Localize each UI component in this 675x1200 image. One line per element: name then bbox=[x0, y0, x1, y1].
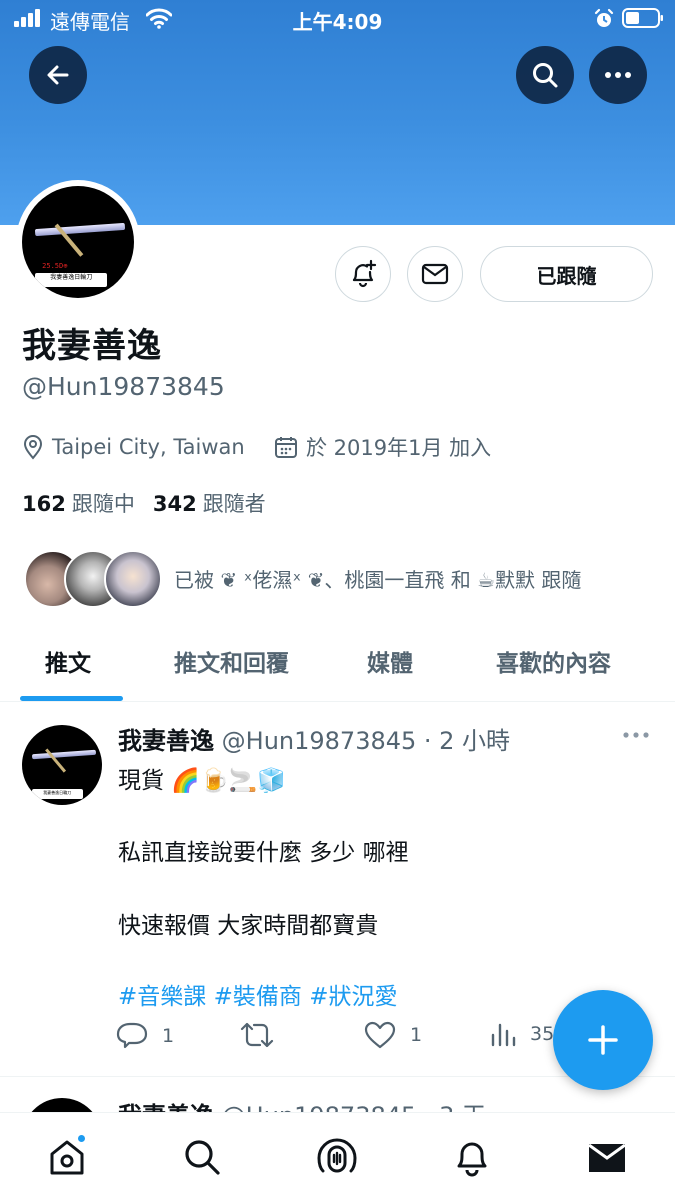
follow-counts: 162 跟隨中 342 跟隨者 bbox=[22, 488, 266, 518]
more-icon bbox=[605, 72, 631, 78]
reply-count: 1 bbox=[162, 1025, 175, 1047]
bell-plus-icon bbox=[352, 259, 377, 288]
tweet-header: 我妻善逸 @Hun19873845 · 3 天 bbox=[118, 1096, 486, 1112]
reply-icon bbox=[116, 1022, 148, 1049]
tweet-handle-time: @Hun19873845 · 2 小時 bbox=[221, 727, 511, 755]
profile-avatar[interactable]: 25.5D⊕ 我妻善逸日輪刀 bbox=[16, 180, 140, 304]
unread-dot bbox=[76, 1133, 87, 1144]
tab-media[interactable]: 媒體 bbox=[367, 644, 413, 678]
nav-notifications[interactable] bbox=[450, 1135, 494, 1179]
profile-display-name: 我妻善逸 bbox=[22, 326, 162, 366]
mail-icon bbox=[588, 1143, 626, 1172]
search-button[interactable] bbox=[516, 46, 574, 104]
hashtag-link[interactable]: #裝備商 bbox=[214, 984, 302, 1010]
compose-tweet-button[interactable] bbox=[553, 990, 653, 1090]
nav-home[interactable] bbox=[45, 1133, 89, 1179]
views-button[interactable]: 35 bbox=[490, 1021, 554, 1047]
search-icon bbox=[533, 63, 558, 88]
retweet-icon bbox=[240, 1022, 274, 1048]
hashtag-link[interactable]: #狀況愛 bbox=[309, 984, 397, 1010]
battery-icon bbox=[622, 8, 663, 28]
status-bar: 遠傳電信 上午4:09 bbox=[0, 0, 675, 38]
back-button[interactable] bbox=[29, 46, 87, 104]
followed-by-row[interactable]: 已被 ❦ ˣ佬濕ˣ ❦、桃園一直飛 和 ☕默默 跟隨 bbox=[24, 550, 664, 610]
following-count-link[interactable]: 162 跟隨中 bbox=[22, 488, 135, 518]
tweet-handle-time: @Hun19873845 · 3 天 bbox=[222, 1102, 486, 1112]
tweet-header: 我妻善逸 @Hun19873845 · 2 小時 bbox=[118, 721, 510, 756]
pin-icon bbox=[23, 435, 43, 460]
like-count: 1 bbox=[410, 1024, 423, 1046]
plus-icon bbox=[588, 1025, 618, 1055]
views-count: 35 bbox=[530, 1023, 555, 1045]
views-icon bbox=[491, 1023, 516, 1047]
active-tab-indicator bbox=[20, 696, 123, 701]
mail-icon bbox=[421, 263, 449, 285]
nav-search[interactable] bbox=[180, 1135, 224, 1179]
follower-avatar bbox=[104, 550, 162, 608]
tweet-hashtags: #音樂課 #裝備商 #狀況愛 bbox=[118, 977, 397, 1011]
bottom-nav bbox=[0, 1112, 675, 1200]
tab-tweets[interactable]: 推文 bbox=[45, 644, 91, 678]
more-options-button[interactable] bbox=[589, 46, 647, 104]
tweet-text-line: 私訊直接說要什麼 多少 哪裡 bbox=[118, 840, 409, 866]
join-date-text: 於 2019年1月 加入 bbox=[306, 436, 492, 460]
avatar-caption: 我妻善逸日輪刀 bbox=[35, 273, 108, 287]
search-icon bbox=[185, 1140, 220, 1175]
reply-button[interactable]: 1 bbox=[116, 1021, 174, 1051]
calendar-icon bbox=[275, 437, 297, 458]
tweet-avatar[interactable] bbox=[22, 1098, 102, 1112]
location-text: Taipei City, Taiwan bbox=[52, 435, 245, 459]
tweet-text-line: 現貨 🌈🍺🚬🧊 bbox=[118, 768, 286, 794]
tweet-author-name: 我妻善逸 bbox=[118, 1102, 214, 1112]
spaces-icon bbox=[317, 1138, 357, 1173]
arrow-left-icon bbox=[47, 65, 69, 85]
followed-by-text: 已被 ❦ ˣ佬濕ˣ ❦、桃園一直飛 和 ☕默默 跟隨 bbox=[174, 568, 582, 592]
nav-spaces[interactable] bbox=[315, 1135, 359, 1179]
status-time: 上午4:09 bbox=[292, 10, 383, 34]
tweet-text-line: 快速報價 大家時間都寶貴 bbox=[118, 913, 379, 939]
avatar-stamp: 25.5D⊕ bbox=[42, 262, 68, 271]
tweet[interactable]: 我妻善逸 @Hun19873845 · 3 天 bbox=[0, 1078, 675, 1112]
followers-count-link[interactable]: 342 跟隨者 bbox=[153, 488, 266, 518]
profile-handle: @Hun19873845 bbox=[22, 372, 225, 401]
nav-messages[interactable] bbox=[585, 1135, 629, 1179]
tweet-avatar[interactable]: 我妻善逸日輪刀 bbox=[22, 725, 102, 805]
alarm-icon bbox=[594, 8, 614, 27]
tweet-author-name: 我妻善逸 bbox=[118, 727, 214, 755]
bell-icon bbox=[457, 1142, 487, 1177]
following-button[interactable]: 已跟隨 bbox=[480, 246, 653, 302]
tweet-more-icon[interactable] bbox=[620, 725, 652, 745]
tab-tweets-replies[interactable]: 推文和回覆 bbox=[174, 644, 289, 678]
profile-join-date: 於 2019年1月 加入 bbox=[274, 432, 491, 462]
tab-likes[interactable]: 喜歡的內容 bbox=[496, 644, 611, 678]
profile-location: Taipei City, Taiwan bbox=[22, 432, 245, 462]
notify-button[interactable] bbox=[335, 246, 391, 302]
retweet-button[interactable] bbox=[240, 1021, 288, 1049]
profile-tabs: 推文 推文和回覆 媒體 喜歡的內容 bbox=[0, 622, 675, 702]
hashtag-link[interactable]: #音樂課 bbox=[118, 984, 206, 1010]
heart-icon bbox=[364, 1021, 396, 1049]
like-button[interactable]: 1 bbox=[364, 1021, 422, 1049]
message-button[interactable] bbox=[407, 246, 463, 302]
